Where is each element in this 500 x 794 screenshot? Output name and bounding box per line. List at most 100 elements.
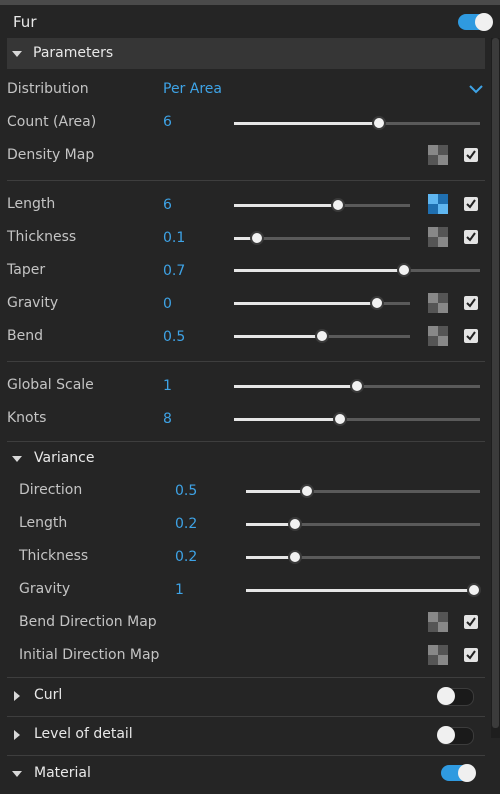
toggle-knob (437, 726, 455, 744)
slider-fill (234, 335, 322, 338)
level-of-detail-header[interactable]: Level of detail (7, 722, 485, 748)
knots-slider[interactable] (234, 412, 480, 426)
slider-fill (246, 589, 474, 592)
gravity-slider[interactable] (234, 296, 410, 310)
slider-knob[interactable] (288, 517, 302, 531)
taper-slider[interactable] (234, 263, 480, 277)
variance-gravity-label: Gravity (19, 581, 71, 597)
divider (7, 716, 485, 717)
distribution-select[interactable]: Per Area (163, 81, 222, 97)
curl-header[interactable]: Curl (7, 683, 485, 709)
variance-length-label: Length (19, 515, 68, 531)
slider-fill (234, 204, 338, 207)
gravity-checkbox[interactable] (464, 296, 478, 310)
knots-label: Knots (7, 410, 47, 426)
checker-map-icon[interactable] (428, 612, 448, 632)
taper-label: Taper (7, 262, 46, 278)
count-slider[interactable] (234, 116, 480, 130)
length-value[interactable]: 6 (163, 197, 172, 213)
length-slider[interactable] (234, 198, 410, 212)
global-scale-value[interactable]: 1 (163, 378, 172, 394)
slider-knob[interactable] (350, 379, 364, 393)
slider-fill (234, 385, 357, 388)
slider-fill (246, 490, 307, 493)
taper-value[interactable]: 0.7 (163, 263, 185, 279)
parameters-header[interactable]: Parameters (7, 38, 485, 69)
variance-direction-label: Direction (19, 482, 83, 498)
checker-map-icon[interactable] (428, 194, 448, 214)
toggle-knob (475, 13, 493, 31)
triangle-down-icon (12, 771, 22, 777)
checker-map-icon[interactable] (428, 293, 448, 313)
thickness-label: Thickness (7, 229, 77, 245)
thickness-value[interactable]: 0.1 (163, 230, 185, 246)
divider (7, 441, 485, 442)
slider-fill (234, 269, 404, 272)
variance-length-slider[interactable] (246, 517, 480, 531)
level-of-detail-toggle[interactable] (437, 726, 474, 745)
knots-value[interactable]: 8 (163, 411, 172, 427)
bend-slider[interactable] (234, 329, 410, 343)
variance-thickness-slider[interactable] (246, 550, 480, 564)
variance-thickness-label: Thickness (19, 548, 89, 564)
toggle-knob (458, 764, 476, 782)
variance-gravity-slider[interactable] (246, 583, 481, 597)
density-map-checkbox[interactable] (464, 148, 478, 162)
bend-value[interactable]: 0.5 (163, 329, 185, 345)
scrollbar[interactable] (491, 38, 500, 738)
length-checkbox[interactable] (464, 197, 478, 211)
variance-header[interactable]: Variance (7, 446, 485, 472)
chevron-down-icon[interactable] (469, 84, 483, 94)
global-scale-slider[interactable] (234, 379, 480, 393)
thickness-checkbox[interactable] (464, 230, 478, 244)
fur-title: Fur (13, 13, 37, 31)
slider-knob[interactable] (370, 296, 384, 310)
count-value[interactable]: 6 (163, 114, 172, 130)
initial-direction-map-checkbox[interactable] (464, 648, 478, 662)
checker-map-icon[interactable] (428, 145, 448, 165)
slider-knob[interactable] (333, 412, 347, 426)
divider (7, 361, 485, 362)
distribution-label: Distribution (7, 81, 89, 97)
triangle-down-icon (12, 51, 22, 57)
global-scale-label: Global Scale (7, 377, 94, 393)
slider-knob[interactable] (288, 550, 302, 564)
checker-map-icon[interactable] (428, 645, 448, 665)
length-label: Length (7, 196, 56, 212)
material-title: Material (34, 765, 91, 781)
level-of-detail-title: Level of detail (34, 726, 133, 742)
divider (7, 755, 485, 756)
triangle-right-icon (14, 730, 20, 740)
bend-label: Bend (7, 328, 43, 344)
variance-direction-value[interactable]: 0.5 (175, 483, 197, 499)
variance-length-value[interactable]: 0.2 (175, 516, 197, 532)
slider-knob[interactable] (372, 116, 386, 130)
triangle-down-icon (12, 456, 22, 462)
fur-toggle[interactable] (458, 13, 493, 31)
slider-knob[interactable] (397, 263, 411, 277)
slider-knob[interactable] (315, 329, 329, 343)
slider-fill (234, 418, 340, 421)
density-map-label: Density Map (7, 147, 95, 163)
slider-knob[interactable] (331, 198, 345, 212)
variance-gravity-value[interactable]: 1 (175, 582, 184, 598)
gravity-label: Gravity (7, 295, 59, 311)
bend-checkbox[interactable] (464, 329, 478, 343)
count-label: Count (Area) (7, 114, 97, 130)
initial-direction-map-label: Initial Direction Map (19, 647, 160, 663)
gravity-value[interactable]: 0 (163, 296, 172, 312)
bend-direction-map-checkbox[interactable] (464, 615, 478, 629)
checker-map-icon[interactable] (428, 227, 448, 247)
material-header[interactable]: Material (7, 761, 485, 787)
curl-toggle[interactable] (437, 687, 474, 706)
slider-fill (234, 302, 377, 305)
variance-thickness-value[interactable]: 0.2 (175, 549, 197, 565)
slider-knob[interactable] (250, 231, 264, 245)
material-toggle[interactable] (441, 764, 476, 782)
thickness-slider[interactable] (234, 231, 410, 245)
scrollbar-thumb[interactable] (492, 38, 499, 728)
checker-map-icon[interactable] (428, 326, 448, 346)
variance-direction-slider[interactable] (246, 484, 480, 498)
slider-knob[interactable] (300, 484, 314, 498)
slider-knob[interactable] (467, 583, 481, 597)
